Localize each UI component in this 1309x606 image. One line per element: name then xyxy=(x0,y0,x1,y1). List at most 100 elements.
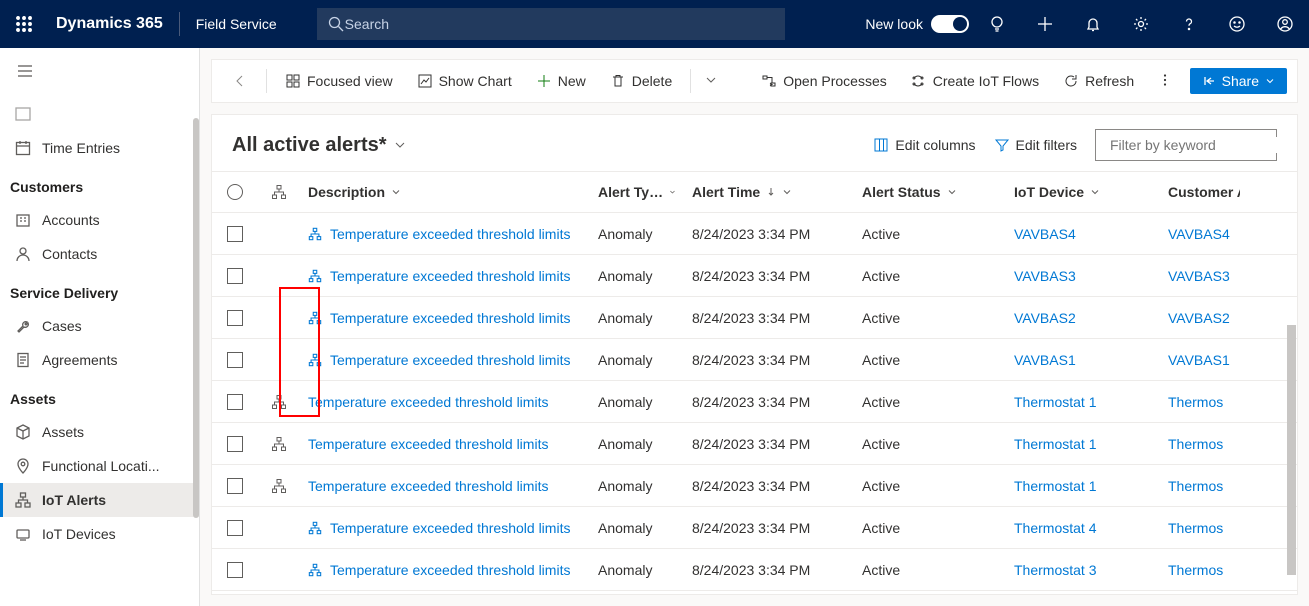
hierarchy-icon[interactable] xyxy=(271,478,287,494)
row-checkbox[interactable] xyxy=(227,268,243,284)
edit-filters-button[interactable]: Edit filters xyxy=(994,137,1077,153)
table-row[interactable]: Temperature exceeded threshold limitsAno… xyxy=(212,507,1297,549)
customer-link[interactable]: Thermos xyxy=(1168,520,1223,536)
customer-link[interactable]: Thermos xyxy=(1168,394,1223,410)
help-icon[interactable] xyxy=(1165,0,1213,48)
customer-link[interactable]: Thermos xyxy=(1168,562,1223,578)
search-input[interactable] xyxy=(345,16,775,32)
app-name[interactable]: Field Service xyxy=(188,16,285,32)
global-search[interactable] xyxy=(317,8,785,40)
device-link[interactable]: Thermostat 1 xyxy=(1014,478,1096,494)
device-link[interactable]: VAVBAS3 xyxy=(1014,268,1076,284)
device-link[interactable]: VAVBAS2 xyxy=(1014,310,1076,326)
col-iot-device[interactable]: IoT Device xyxy=(1006,184,1160,200)
overflow-icon[interactable] xyxy=(1148,67,1182,96)
toggle-switch-icon[interactable] xyxy=(931,15,969,33)
hierarchy-icon[interactable] xyxy=(271,436,287,452)
row-checkbox[interactable] xyxy=(227,226,243,242)
select-all-checkbox[interactable] xyxy=(227,184,243,200)
customer-link[interactable]: Thermos xyxy=(1168,478,1223,494)
description-link[interactable]: Temperature exceeded threshold limits xyxy=(330,310,570,326)
filter-input[interactable] xyxy=(1095,129,1277,161)
smiley-icon[interactable] xyxy=(1213,0,1261,48)
sidebar-item-agreements[interactable]: Agreements xyxy=(0,343,199,377)
focused-view-button[interactable]: Focused view xyxy=(275,67,403,95)
customer-link[interactable]: VAVBAS4 xyxy=(1168,226,1230,242)
table-row[interactable]: Temperature exceeded threshold limitsAno… xyxy=(212,549,1297,591)
sidebar-item-iot-devices[interactable]: IoT Devices xyxy=(0,517,199,551)
col-alert-time[interactable]: Alert Time xyxy=(684,184,854,200)
row-checkbox[interactable] xyxy=(227,436,243,452)
description-link[interactable]: Temperature exceeded threshold limits xyxy=(308,394,548,410)
refresh-button[interactable]: Refresh xyxy=(1053,67,1144,95)
chevron-down-icon[interactable] xyxy=(699,67,723,95)
customer-link[interactable]: VAVBAS2 xyxy=(1168,310,1230,326)
back-button[interactable] xyxy=(222,67,258,95)
device-link[interactable]: Thermostat 1 xyxy=(1014,436,1096,452)
sidebar-item-iot-alerts[interactable]: IoT Alerts xyxy=(0,483,199,517)
device-link[interactable]: VAVBAS1 xyxy=(1014,352,1076,368)
device-link[interactable]: Thermostat 3 xyxy=(1014,562,1096,578)
view-title[interactable]: All active alerts* xyxy=(232,134,407,157)
new-look-toggle[interactable]: New look xyxy=(865,15,969,33)
row-checkbox[interactable] xyxy=(227,520,243,536)
col-alert-type[interactable]: Alert Ty… xyxy=(590,184,684,200)
table-row[interactable]: Temperature exceeded threshold limitsAno… xyxy=(212,213,1297,255)
sidebar-item-contacts[interactable]: Contacts xyxy=(0,237,199,271)
description-link[interactable]: Temperature exceeded threshold limits xyxy=(330,562,570,578)
col-customer[interactable]: Customer A xyxy=(1160,184,1240,200)
table-row[interactable]: Temperature exceeded threshold limitsAno… xyxy=(212,381,1297,423)
table-row[interactable]: Temperature exceeded threshold limitsAno… xyxy=(212,255,1297,297)
sidebar-item-truncated[interactable]: . xyxy=(0,97,199,131)
sidebar-item-accounts[interactable]: Accounts xyxy=(0,203,199,237)
row-checkbox[interactable] xyxy=(227,352,243,368)
location-icon xyxy=(14,457,32,475)
show-chart-button[interactable]: Show Chart xyxy=(407,67,522,95)
sidebar-item-functional-locations[interactable]: Functional Locati... xyxy=(0,449,199,483)
create-iot-flows-button[interactable]: Create IoT Flows xyxy=(901,67,1049,95)
description-link[interactable]: Temperature exceeded threshold limits xyxy=(330,352,570,368)
hierarchy-icon[interactable] xyxy=(271,394,287,410)
table-row[interactable]: Temperature exceeded threshold limitsAno… xyxy=(212,465,1297,507)
sidebar-item-cases[interactable]: Cases xyxy=(0,309,199,343)
description-link[interactable]: Temperature exceeded threshold limits xyxy=(330,520,570,536)
row-checkbox[interactable] xyxy=(227,310,243,326)
filter-field[interactable] xyxy=(1110,137,1291,153)
device-link[interactable]: Thermostat 4 xyxy=(1014,520,1096,536)
table-row[interactable]: Temperature exceeded threshold limitsAno… xyxy=(212,339,1297,381)
scrollbar[interactable] xyxy=(1287,325,1296,575)
device-link[interactable]: VAVBAS4 xyxy=(1014,226,1076,242)
sidebar-item-assets[interactable]: Assets xyxy=(0,415,199,449)
col-description[interactable]: Description xyxy=(300,184,590,200)
col-alert-status[interactable]: Alert Status xyxy=(854,184,1006,200)
customer-link[interactable]: VAVBAS1 xyxy=(1168,352,1230,368)
open-processes-button[interactable]: Open Processes xyxy=(751,67,897,95)
lightbulb-icon[interactable] xyxy=(973,0,1021,48)
row-checkbox[interactable] xyxy=(227,478,243,494)
table-row[interactable]: Temperature exceeded threshold limitsAno… xyxy=(212,297,1297,339)
delete-button[interactable]: Delete xyxy=(600,67,682,95)
scrollbar[interactable] xyxy=(193,118,199,518)
brand-label[interactable]: Dynamics 365 xyxy=(48,15,171,33)
table-row[interactable]: Temperature exceeded threshold limitsAno… xyxy=(212,423,1297,465)
description-link[interactable]: Temperature exceeded threshold limits xyxy=(330,268,570,284)
new-button[interactable]: New xyxy=(526,67,596,95)
person-icon[interactable] xyxy=(1261,0,1309,48)
row-checkbox[interactable] xyxy=(227,394,243,410)
customer-link[interactable]: VAVBAS3 xyxy=(1168,268,1230,284)
edit-columns-button[interactable]: Edit columns xyxy=(873,137,975,153)
description-link[interactable]: Temperature exceeded threshold limits xyxy=(330,226,570,242)
bell-icon[interactable] xyxy=(1069,0,1117,48)
sidebar-item-time-entries[interactable]: Time Entries xyxy=(0,131,199,165)
hamburger-icon[interactable] xyxy=(0,48,199,97)
app-launcher-icon[interactable] xyxy=(0,15,48,33)
row-checkbox[interactable] xyxy=(227,562,243,578)
customer-link[interactable]: Thermos xyxy=(1168,436,1223,452)
gear-icon[interactable] xyxy=(1117,0,1165,48)
plus-icon[interactable] xyxy=(1021,0,1069,48)
share-button[interactable]: Share xyxy=(1190,68,1287,94)
device-link[interactable]: Thermostat 1 xyxy=(1014,394,1096,410)
description-link[interactable]: Temperature exceeded threshold limits xyxy=(308,436,548,452)
description-link[interactable]: Temperature exceeded threshold limits xyxy=(308,478,548,494)
col-hierarchy[interactable] xyxy=(258,184,300,200)
